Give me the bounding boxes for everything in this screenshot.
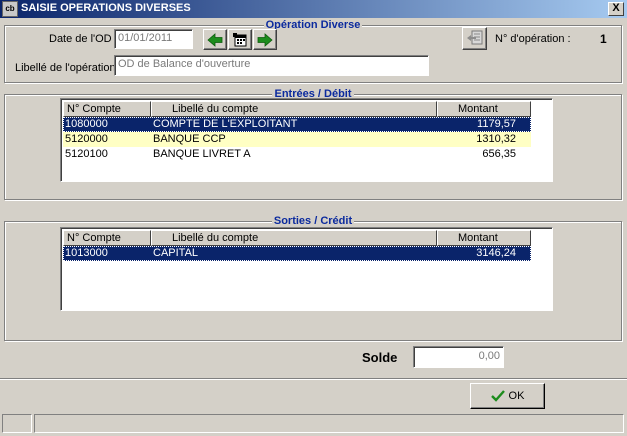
operation-group-title: Opération Diverse	[263, 19, 363, 31]
sorties-group-title: Sorties / Crédit	[271, 215, 355, 227]
sorties-table-header: N° Compte Libellé du compte Montant	[63, 230, 531, 246]
column-header[interactable]: Montant	[437, 230, 531, 246]
title-bar: cb SAISIE OPERATIONS DIVERSES X	[0, 0, 627, 18]
window-title: SAISIE OPERATIONS DIVERSES	[21, 2, 191, 14]
libelle-field[interactable]: OD de Balance d'ouverture	[114, 55, 429, 76]
cell-montant: 656,35	[482, 148, 516, 160]
libelle-label: Libellé de l'opération	[15, 62, 116, 74]
ok-button-label: OK	[508, 390, 525, 402]
operation-number-value: 1	[600, 32, 607, 46]
solde-field: 0,00	[413, 346, 504, 368]
previous-button[interactable]	[203, 29, 227, 50]
cell-montant: 1310,32	[476, 133, 516, 145]
transfer-button[interactable]	[462, 27, 487, 50]
status-pane-left	[2, 414, 32, 433]
operation-number-label: N° d'opération :	[495, 33, 571, 45]
table-row[interactable]: 5120000 BANQUE CCP 1310,32	[63, 132, 531, 147]
calendar-icon	[233, 33, 247, 47]
calendar-button[interactable]	[228, 29, 252, 50]
cell-montant: 3146,24	[476, 247, 516, 259]
arrow-left-icon	[207, 32, 223, 47]
date-field[interactable]: 01/01/2011	[114, 29, 193, 49]
cell-compte: 5120000	[65, 133, 108, 145]
status-pane-main	[34, 414, 624, 433]
table-row[interactable]: 5120100 BANQUE LIVRET A 656,35	[63, 147, 531, 162]
cell-compte: 1080000	[65, 118, 108, 130]
cell-libelle: CAPITAL	[153, 247, 199, 259]
ok-button[interactable]: OK	[470, 383, 545, 409]
cell-montant: 1179,57	[477, 118, 516, 130]
table-row[interactable]: 1080000 COMPTE DE L'EXPLOITANT 1179,57	[63, 117, 531, 132]
entrees-table[interactable]: N° Compte Libellé du compte Montant 1080…	[60, 98, 553, 182]
column-header[interactable]: Libellé du compte	[151, 101, 437, 117]
check-icon	[490, 390, 505, 402]
entrees-table-header: N° Compte Libellé du compte Montant	[63, 101, 531, 117]
status-bar	[0, 412, 627, 436]
column-header[interactable]: Montant	[437, 101, 531, 117]
next-button[interactable]	[253, 29, 277, 50]
cell-libelle: BANQUE LIVRET A	[153, 148, 251, 160]
table-row[interactable]: 1013000 CAPITAL 3146,24	[63, 246, 531, 261]
date-label: Date de l'OD	[49, 33, 112, 45]
column-header[interactable]: Libellé du compte	[151, 230, 437, 246]
app-icon: cb	[2, 1, 18, 17]
column-header[interactable]: N° Compte	[63, 230, 151, 246]
arrow-right-icon	[257, 32, 273, 47]
cell-libelle: COMPTE DE L'EXPLOITANT	[153, 118, 298, 130]
separator	[0, 378, 627, 380]
solde-label: Solde	[362, 350, 398, 365]
cell-compte: 5120100	[65, 148, 108, 160]
sorties-table[interactable]: N° Compte Libellé du compte Montant 1013…	[60, 227, 553, 311]
column-header[interactable]: N° Compte	[63, 101, 151, 117]
close-button[interactable]: X	[608, 2, 624, 16]
cell-libelle: BANQUE CCP	[153, 133, 226, 145]
close-icon: X	[612, 2, 620, 14]
document-arrow-icon	[466, 30, 482, 45]
cell-compte: 1013000	[65, 247, 108, 259]
